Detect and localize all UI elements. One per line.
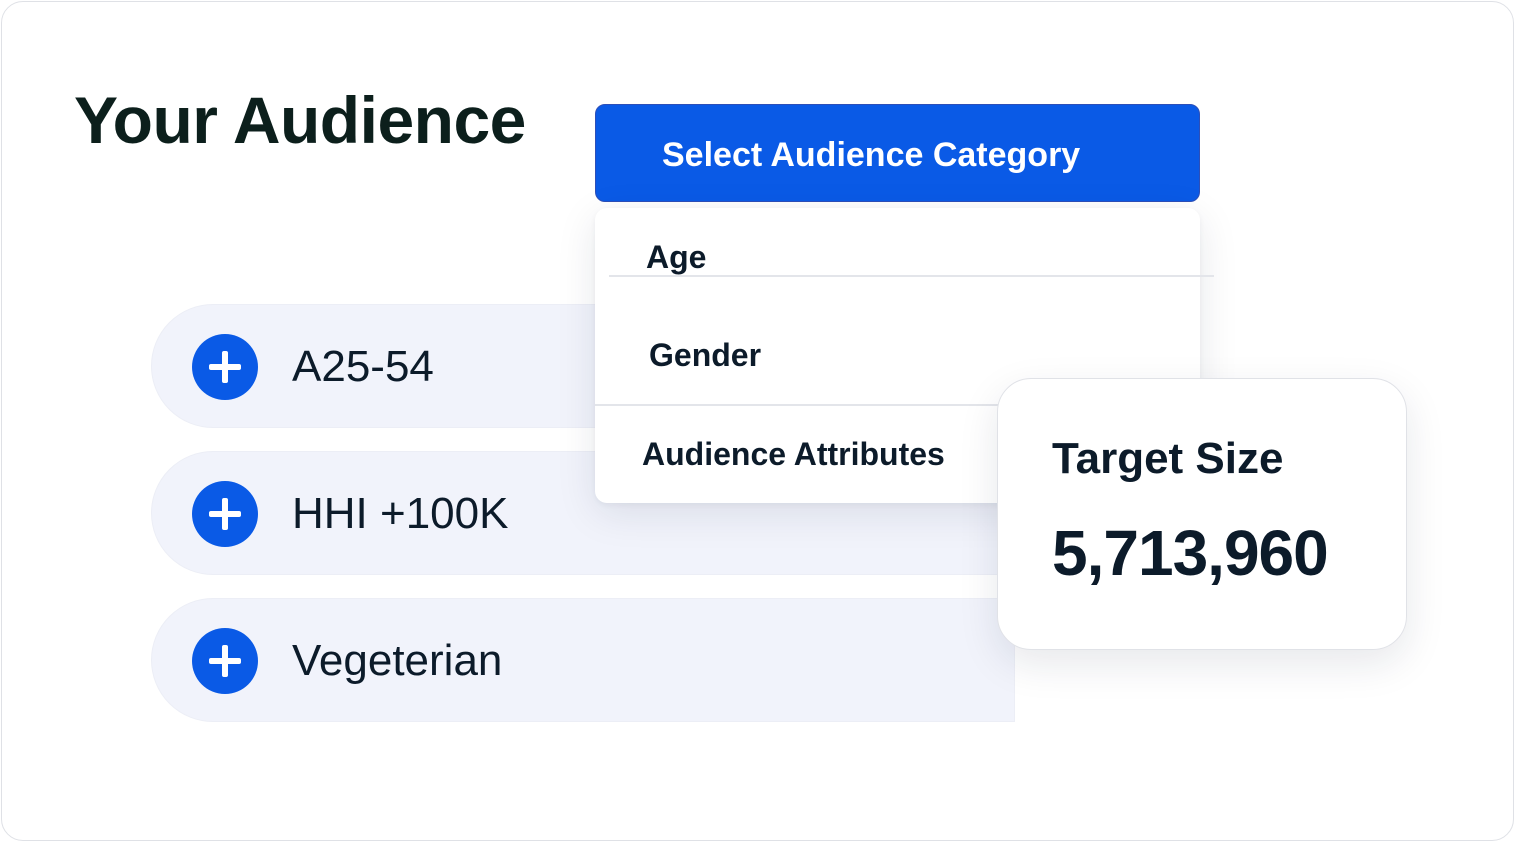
target-size-title: Target Size xyxy=(1052,434,1284,483)
select-category-label: Select Audience Category xyxy=(662,136,1081,174)
menu-item-gender[interactable]: Gender xyxy=(649,335,761,375)
segment-label: A25-54 xyxy=(292,342,434,391)
plus-icon[interactable] xyxy=(192,628,258,694)
menu-divider xyxy=(609,275,1214,277)
segment-chip-diet[interactable]: Vegeterian xyxy=(151,598,1015,722)
menu-item-audience-attributes[interactable]: Audience Attributes xyxy=(642,434,945,474)
segment-label: HHI +100K xyxy=(292,489,509,538)
target-size-value: 5,713,960 xyxy=(1052,517,1329,589)
plus-icon[interactable] xyxy=(192,334,258,400)
plus-icon[interactable] xyxy=(192,481,258,547)
select-category-button[interactable]: Select Audience Category xyxy=(595,104,1200,202)
menu-item-age[interactable]: Age xyxy=(646,237,706,277)
page-title: Your Audience xyxy=(74,83,526,157)
audience-card: Your Audience A25-54 HHI +100K Vegeteria… xyxy=(1,1,1514,841)
target-size-card: Target Size 5,713,960 xyxy=(997,378,1407,650)
segment-label: Vegeterian xyxy=(292,636,503,685)
